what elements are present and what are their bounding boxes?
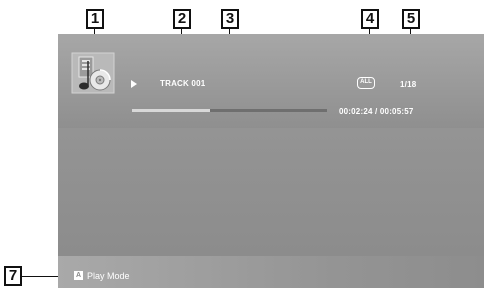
a-button-icon: A [74,271,83,281]
progress-bar [132,109,327,112]
music-cd-icon [70,51,116,95]
footer-bar: A Play Mode [58,256,484,288]
info-bar: TRACK 001 ALL 1/18 00:02:24 / 00:05:57 [58,34,484,128]
player-screen: TRACK 001 ALL 1/18 00:02:24 / 00:05:57 A… [58,34,484,288]
repeat-all-icon: ALL [357,77,375,89]
repeat-label: ALL [360,79,372,85]
play-icon [131,80,137,88]
play-mode-label: Play Mode [87,270,130,281]
track-position: 1/18 [400,80,417,89]
callout-4: 4 [361,9,379,29]
callout-5: 5 [402,9,420,29]
time-display: 00:02:24 / 00:05:57 [339,107,414,116]
callout-7: 7 [4,266,22,286]
callout-1: 1 [86,9,104,29]
callout-3: 3 [221,9,239,29]
callout-2: 2 [173,9,191,29]
play-mode-button[interactable]: A Play Mode [74,267,130,285]
progress-bar-fill [132,109,210,112]
track-label: TRACK 001 [160,79,206,88]
